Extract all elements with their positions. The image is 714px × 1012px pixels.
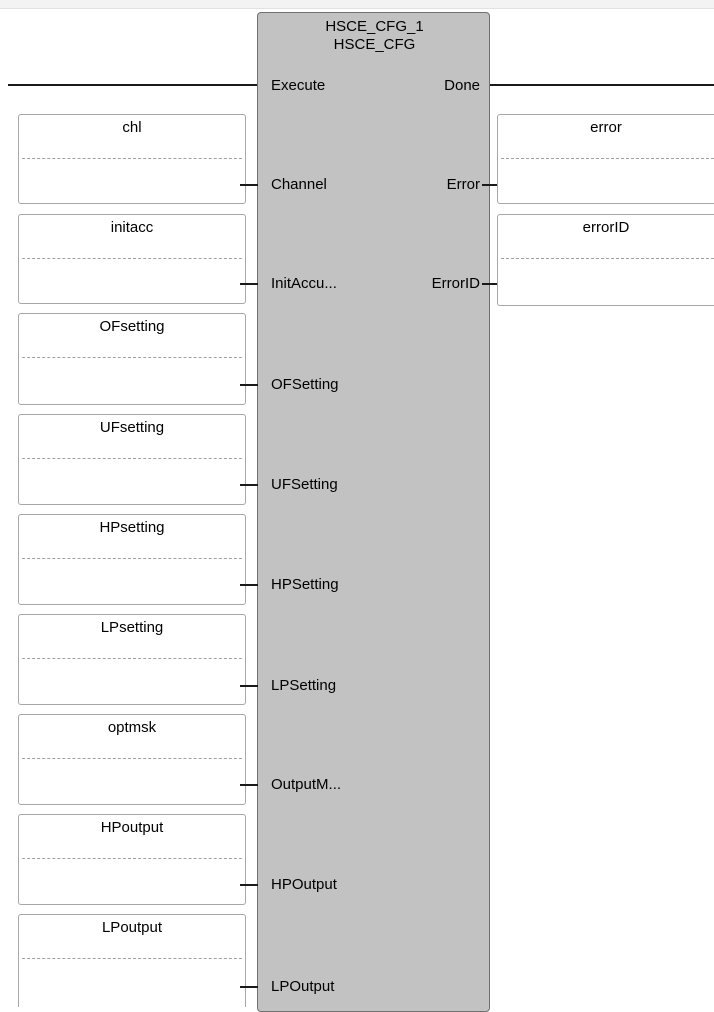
pin-hpsetting: HPSetting	[271, 576, 339, 593]
divider	[22, 958, 242, 959]
divider	[501, 258, 714, 259]
input-variable-chl[interactable]: chl	[18, 114, 246, 204]
divider	[22, 758, 242, 759]
variable-label: chl	[122, 119, 142, 136]
pin-errorid: ErrorID	[431, 275, 480, 292]
divider	[22, 658, 242, 659]
input-variable-hpsetting[interactable]: HPsetting	[18, 514, 246, 605]
divider	[22, 357, 242, 358]
pin-channel: Channel	[271, 176, 327, 193]
input-wire	[240, 184, 258, 186]
input-wire	[240, 884, 258, 886]
variable-label: optmsk	[107, 719, 157, 736]
divider	[22, 258, 242, 259]
output-variable-error[interactable]: error	[497, 114, 714, 204]
done-rung-wire	[482, 84, 714, 86]
divider	[22, 558, 242, 559]
function-block-hsce-cfg[interactable]: HSCE_CFG_1 HSCE_CFG	[257, 12, 490, 1012]
input-variable-hpoutput[interactable]: HPoutput	[18, 814, 246, 905]
pin-outputm: OutputM...	[271, 776, 342, 793]
ladder-diagram-canvas: HSCE_CFG_1 HSCE_CFG Execute Done chl Cha…	[0, 0, 714, 1012]
variable-label: initacc	[110, 219, 154, 236]
pin-execute: Execute	[271, 77, 326, 94]
block-type-name: HSCE_CFG	[333, 36, 416, 53]
pin-error: Error	[446, 176, 480, 193]
pin-ofsetting: OFSetting	[271, 376, 339, 393]
input-wire	[240, 384, 258, 386]
variable-label: OFsetting	[99, 318, 165, 335]
pin-ufsetting: UFSetting	[271, 476, 338, 493]
input-variable-lpoutput[interactable]: LPoutput	[18, 914, 246, 1007]
top-edge	[0, 0, 714, 9]
pin-lpoutput: LPOutput	[271, 978, 335, 995]
input-variable-optmsk[interactable]: optmsk	[18, 714, 246, 805]
variable-label: errorID	[582, 219, 630, 236]
variable-label: HPsetting	[99, 519, 165, 536]
pin-hpoutput: HPOutput	[271, 876, 337, 893]
variable-label: UFsetting	[99, 419, 165, 436]
divider	[22, 858, 242, 859]
pin-initaccu: InitAccu...	[271, 275, 337, 292]
input-wire	[240, 584, 258, 586]
variable-label: HPoutput	[100, 819, 164, 836]
variable-label: LPsetting	[100, 619, 164, 636]
divider	[22, 458, 242, 459]
execute-rung-wire	[8, 84, 257, 86]
pin-done: Done	[444, 77, 480, 94]
pin-lpsetting: LPSetting	[271, 677, 337, 694]
input-wire	[240, 784, 258, 786]
input-variable-initacc[interactable]: initacc	[18, 214, 246, 304]
input-variable-lpsetting[interactable]: LPsetting	[18, 614, 246, 705]
variable-label: error	[590, 119, 622, 136]
block-instance-name: HSCE_CFG_1	[325, 18, 424, 35]
input-wire	[240, 685, 258, 687]
input-variable-ofsetting[interactable]: OFsetting	[18, 313, 246, 405]
input-wire	[240, 283, 258, 285]
input-wire	[240, 484, 258, 486]
input-wire	[240, 986, 258, 988]
output-variable-errorid[interactable]: errorID	[497, 214, 714, 306]
variable-label: LPoutput	[101, 919, 163, 936]
divider	[22, 158, 242, 159]
input-variable-ufsetting[interactable]: UFsetting	[18, 414, 246, 505]
divider	[501, 158, 714, 159]
